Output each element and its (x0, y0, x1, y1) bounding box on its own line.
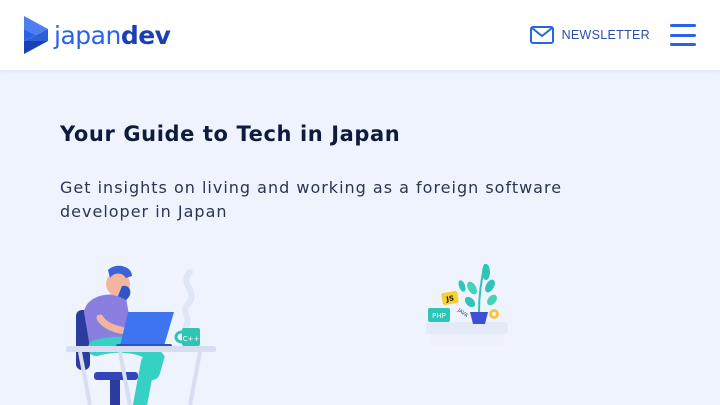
page-subtitle: Get insights on living and working as a … (60, 178, 563, 221)
japandev-logo[interactable]: japandev (24, 16, 171, 54)
mug-label: C++ (183, 335, 200, 343)
menu-bar-middle (670, 33, 696, 37)
newsletter-link[interactable]: NEWSLETTER (529, 26, 650, 44)
badge-js: JS (445, 294, 455, 303)
menu-bar-top (670, 24, 696, 27)
page-title: Your Guide to Tech in Japan (60, 122, 401, 146)
logo-text: japandev (54, 20, 171, 50)
badge-php: PHP (432, 312, 446, 320)
header-actions: NEWSLETTER (529, 23, 696, 47)
envelope-icon (529, 26, 554, 44)
hamburger-menu-icon[interactable] (670, 23, 696, 47)
plant-with-language-badges-illustration: JS PHP JAVA (426, 263, 508, 346)
logo-mark-icon (24, 16, 48, 54)
newsletter-label: NEWSLETTER (561, 28, 650, 42)
menu-bar-bottom (670, 43, 696, 46)
logo-text-bold: dev (120, 20, 171, 50)
badge-java: JAVA (456, 307, 470, 319)
developer-at-desk-illustration: C++ (66, 265, 216, 405)
logo-text-light: japan (54, 20, 121, 50)
site-header: japandev NEWSLETTER (0, 0, 720, 70)
